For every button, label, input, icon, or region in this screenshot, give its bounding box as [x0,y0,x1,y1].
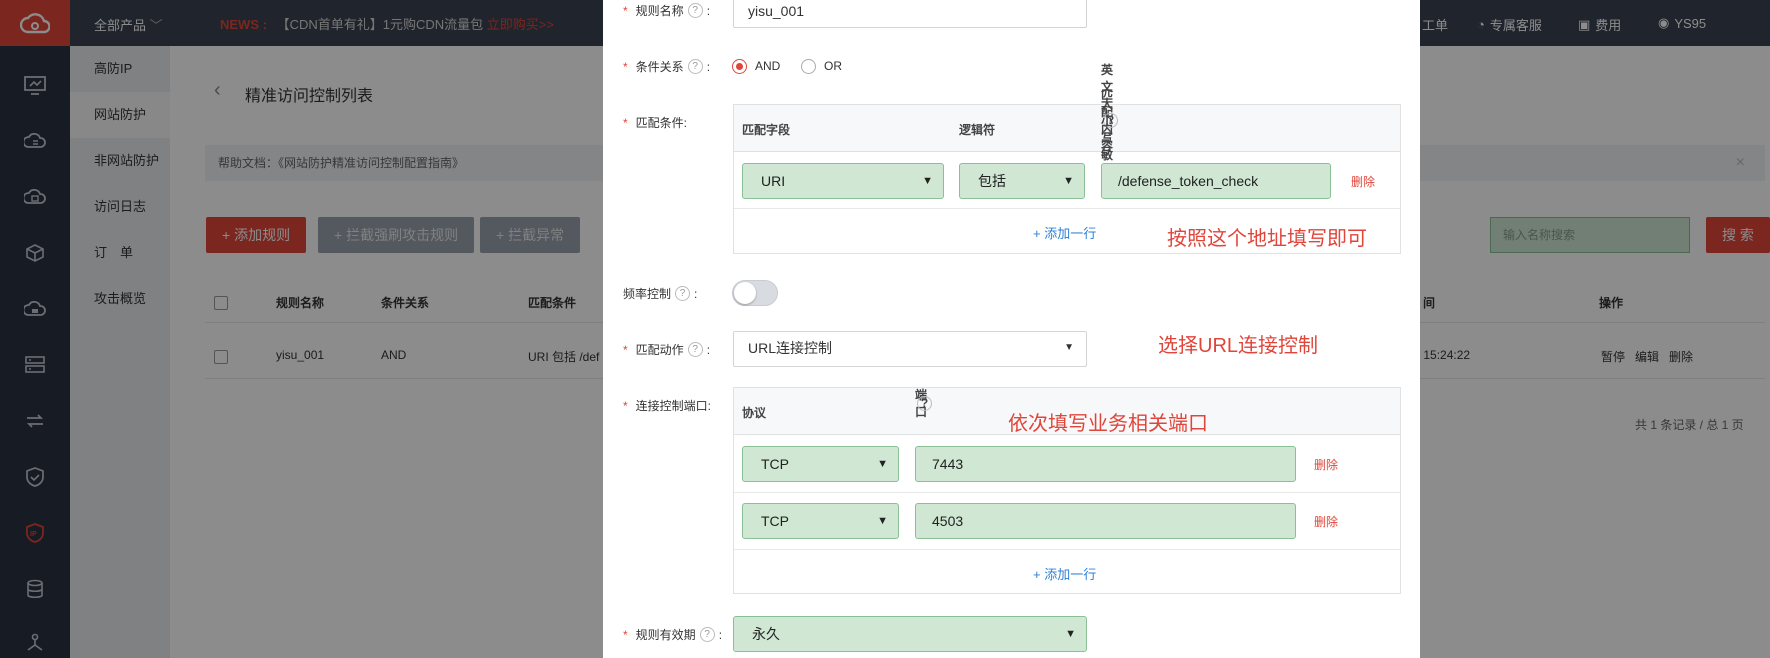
relation-and-label: AND [755,59,781,73]
port-label: * 连接控制端口: [623,398,712,414]
help-icon[interactable]: ? [699,627,715,642]
freq-control-label: 频率控制?: [623,286,698,301]
help-icon[interactable]: ? [687,342,703,357]
expire-label: * 规则有效期?: [623,627,723,642]
relation-label: * 条件关系?: [623,59,711,74]
match-logic-header: 逻辑符 [959,123,996,137]
help-icon[interactable]: ? [687,3,703,18]
relation-or-radio[interactable] [801,59,816,74]
annotation-select-url: 选择URL连接控制 [1158,335,1319,357]
relation-or-label: OR [824,59,842,73]
annotation-fill-address: 按照这个地址填写即可 [1167,228,1367,250]
action-select[interactable]: URL连接控制 ▼ [733,331,1087,367]
port-input-1[interactable]: 7443 [915,446,1296,482]
relation-and-radio[interactable] [732,59,747,74]
chevron-down-icon: ▼ [1065,628,1076,640]
port-add-row-link[interactable]: + 添加一行 [1033,564,1096,583]
help-icon[interactable]: ? [917,395,932,411]
port-input-2[interactable]: 4503 [915,503,1296,539]
match-logic-select[interactable]: 包括 ▼ [959,163,1085,199]
divider [734,492,1400,493]
rule-name-label: * 规则名称?: [623,3,711,18]
help-icon[interactable]: ? [687,59,703,74]
match-add-row-link[interactable]: + 添加一行 [1033,223,1096,242]
protocol-header: 协议 [742,406,767,420]
toggle-knob [734,282,756,304]
divider [734,208,1400,209]
expire-select[interactable]: 永久 ▼ [733,616,1087,652]
match-field-select[interactable]: URI ▼ [742,163,944,199]
chevron-down-icon: ▼ [877,458,888,470]
protocol-select-1[interactable]: TCP ▼ [742,446,899,482]
action-label: * 匹配动作?: [623,342,711,357]
match-label: * 匹配条件: [623,115,688,131]
edit-rule-modal: * 规则名称?: yisu_001 * 条件关系?: AND OR * 匹配条件: 匹… [603,0,1420,658]
rule-name-input[interactable]: yisu_001 [733,0,1087,28]
chevron-down-icon: ▼ [922,175,933,187]
help-icon[interactable]: ? [675,286,691,301]
match-content-input[interactable]: /defense_token_check [1101,163,1331,199]
port-row-1-delete-link[interactable]: 删除 [1314,456,1338,473]
freq-control-toggle[interactable] [732,280,778,306]
chevron-down-icon: ▼ [1063,175,1074,187]
match-row-delete-link[interactable]: 删除 [1351,173,1375,190]
chevron-down-icon: ▼ [877,515,888,527]
match-table-header: 匹配字段 逻辑符 匹配内容?英文大小写敏感 [734,63,1400,179]
annotation-fill-ports: 依次填写业务相关端口 [1008,413,1208,435]
caret-down-icon: ▼ [1064,342,1074,353]
protocol-select-2[interactable]: TCP ▼ [742,503,899,539]
port-row-2-delete-link[interactable]: 删除 [1314,513,1338,530]
match-field-header: 匹配字段 [742,123,791,137]
divider [734,549,1400,550]
